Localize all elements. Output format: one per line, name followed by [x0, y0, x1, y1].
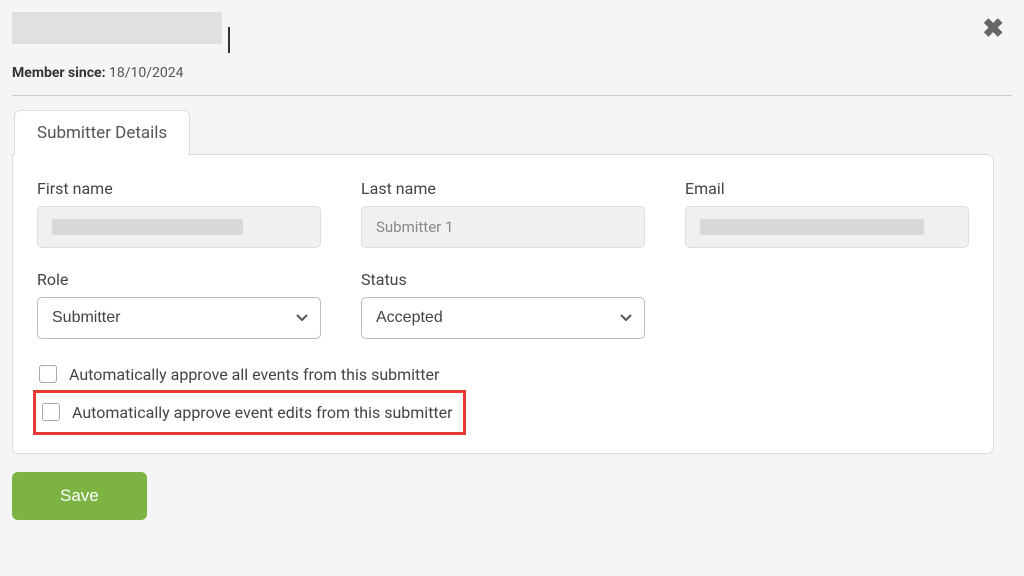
- text-cursor: [228, 27, 230, 53]
- header-divider: [12, 95, 1012, 96]
- tab-submitter-details[interactable]: Submitter Details: [14, 110, 190, 155]
- member-since-label: Member since:: [12, 65, 106, 81]
- status-label: Status: [361, 270, 645, 289]
- auto-approve-events-row: Automatically approve all events from th…: [37, 361, 969, 388]
- last-name-field[interactable]: Submitter 1: [361, 206, 645, 248]
- save-button[interactable]: Save: [12, 472, 147, 520]
- first-name-field[interactable]: [37, 206, 321, 248]
- last-name-label: Last name: [361, 179, 645, 198]
- auto-approve-edits-row: Automatically approve event edits from t…: [40, 399, 455, 426]
- page-title-redacted: [12, 12, 222, 44]
- email-redacted: [700, 219, 924, 235]
- auto-approve-events-checkbox[interactable]: [39, 365, 57, 383]
- first-name-label: First name: [37, 179, 321, 198]
- status-select[interactable]: Accepted: [361, 297, 645, 339]
- auto-approve-edits-label: Automatically approve event edits from t…: [72, 403, 453, 422]
- close-icon[interactable]: ✖: [982, 16, 1004, 42]
- last-name-value: Submitter 1: [376, 218, 453, 236]
- auto-approve-events-label: Automatically approve all events from th…: [69, 365, 439, 384]
- member-since-value: 18/10/2024: [109, 65, 184, 81]
- auto-approve-edits-checkbox[interactable]: [42, 403, 60, 421]
- details-panel: First name Last name Submitter 1 Email: [12, 154, 994, 454]
- email-label: Email: [685, 179, 969, 198]
- member-since: Member since: 18/10/2024: [12, 65, 1012, 81]
- first-name-redacted: [52, 219, 243, 235]
- highlight-annotation: Automatically approve event edits from t…: [33, 390, 466, 435]
- email-field[interactable]: [685, 206, 969, 248]
- role-label: Role: [37, 270, 321, 289]
- role-select[interactable]: Submitter: [37, 297, 321, 339]
